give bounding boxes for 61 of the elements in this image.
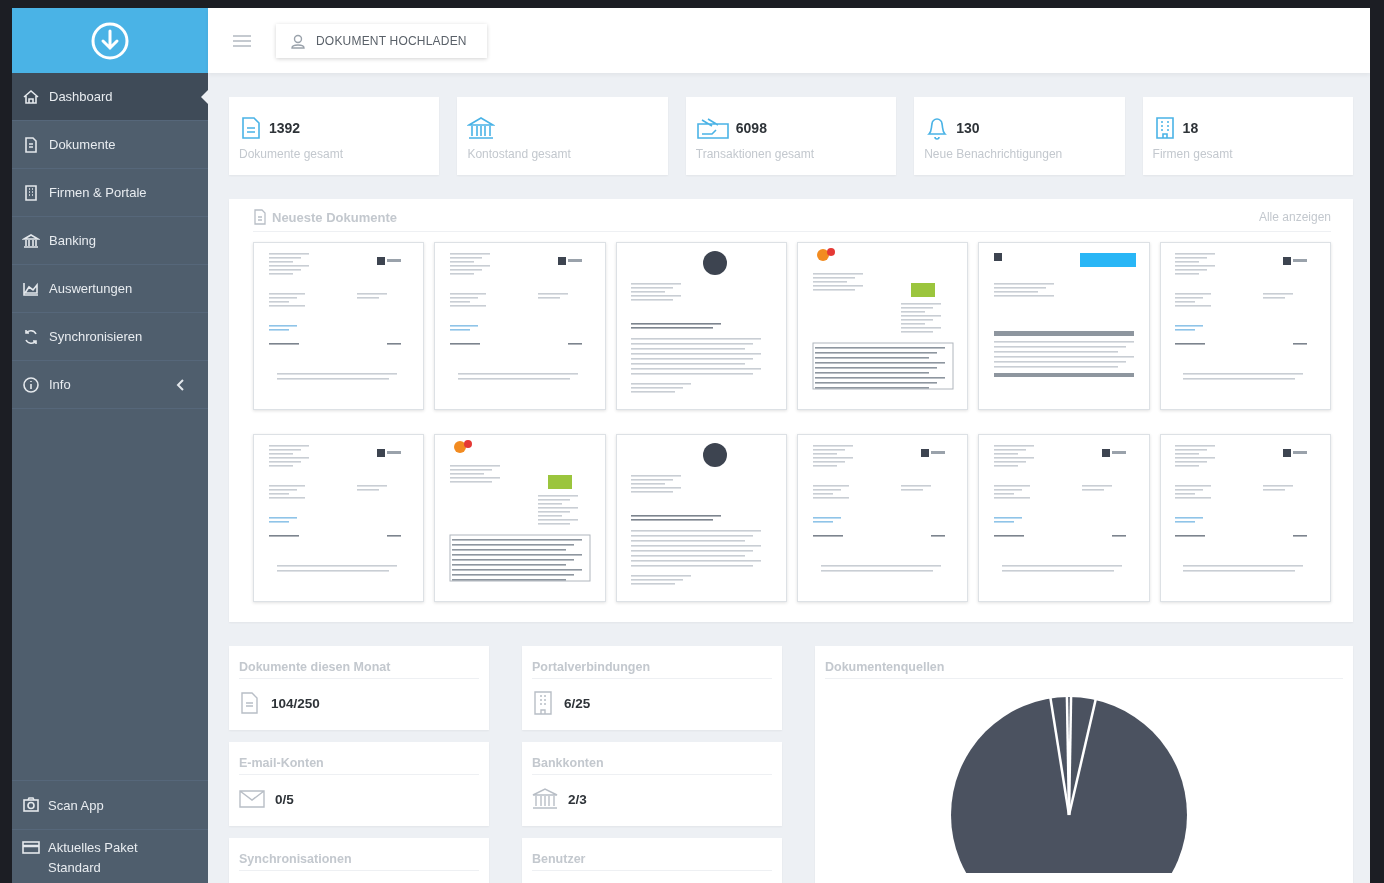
ticket-icon: [695, 116, 730, 140]
document-thumbnail[interactable]: [434, 434, 606, 602]
document-thumbnail[interactable]: [434, 242, 606, 410]
sidebar-item[interactable]: Dokumente: [12, 121, 208, 169]
document-thumbnail[interactable]: [978, 242, 1150, 410]
credit-card-icon: [22, 838, 40, 856]
document-thumbnail[interactable]: [797, 434, 969, 602]
document-thumbnail[interactable]: [615, 242, 787, 410]
document-thumbnail[interactable]: [1159, 242, 1331, 410]
card-title: Synchronisationen: [239, 852, 479, 871]
usage-value: 2/3: [568, 791, 587, 807]
card-title: E-mail-Konten: [239, 756, 479, 775]
building-icon: [532, 691, 554, 715]
stat-value: 130: [956, 120, 980, 136]
sidebar-item[interactable]: Dashboard: [12, 73, 208, 121]
document-icon: [253, 209, 267, 225]
document-thumbnail[interactable]: [253, 242, 425, 410]
camera-icon: [22, 796, 40, 814]
building-icon: [22, 183, 40, 202]
document-thumbnail[interactable]: [797, 242, 969, 410]
stat-label: Dokumente gesamt: [239, 147, 345, 161]
bank-icon: [532, 787, 558, 811]
usage-value: 0/5: [275, 791, 294, 807]
document-thumbnail[interactable]: [978, 434, 1150, 602]
sidebar-item[interactable]: Scan App: [12, 780, 208, 829]
bank-icon: [22, 231, 40, 250]
document-thumbnail[interactable]: [1159, 434, 1331, 602]
stat-label: Kontostand gesamt: [467, 147, 572, 161]
stat-label: Neue Benachrichtigungen: [924, 147, 1064, 161]
sidebar-item[interactable]: Info: [12, 361, 208, 409]
card-title: Bankkonten: [532, 756, 772, 775]
home-icon: [22, 87, 40, 106]
card-title: Portalverbindungen: [532, 660, 772, 679]
stat-value: 1392: [269, 120, 301, 136]
upload-document-button[interactable]: DOKUMENT HOCHLADEN: [276, 23, 487, 58]
document-thumbnail[interactable]: [253, 434, 425, 602]
card-title: Benutzer: [532, 852, 772, 871]
card-title: Dokumentenquellen: [825, 660, 1343, 679]
usage-value: 6/25: [564, 695, 591, 711]
document-thumbnail[interactable]: [615, 434, 787, 602]
sidebar-item[interactable]: Auswertungen: [12, 265, 208, 313]
info-icon: [22, 375, 40, 394]
sidebar-item[interactable]: Aktuelles Paket Standard: [12, 829, 208, 883]
sidebar-item[interactable]: Synchronisieren: [12, 313, 208, 361]
stat-value: 18: [1182, 120, 1199, 136]
document-icon: [239, 691, 261, 715]
card-title: Dokumente diesen Monat: [239, 660, 479, 679]
sync-icon: [22, 327, 40, 346]
download-icon: [90, 20, 130, 61]
usage-value: 104/250: [271, 695, 320, 711]
document-icon: [239, 116, 263, 140]
sidebar-item[interactable]: Firmen & Portale: [12, 169, 208, 217]
stat-value: 6098: [735, 120, 767, 136]
panel-title: Neueste Dokumente: [272, 209, 397, 225]
envelope-icon: [239, 787, 265, 811]
stat-label: Transaktionen gesamt: [695, 147, 816, 161]
document-icon: [22, 135, 40, 154]
stat-label: Firmen gesamt: [1152, 147, 1234, 161]
sidebar-item[interactable]: Banking: [12, 217, 208, 265]
bank-icon: [467, 116, 496, 140]
menu-icon: [232, 32, 252, 49]
